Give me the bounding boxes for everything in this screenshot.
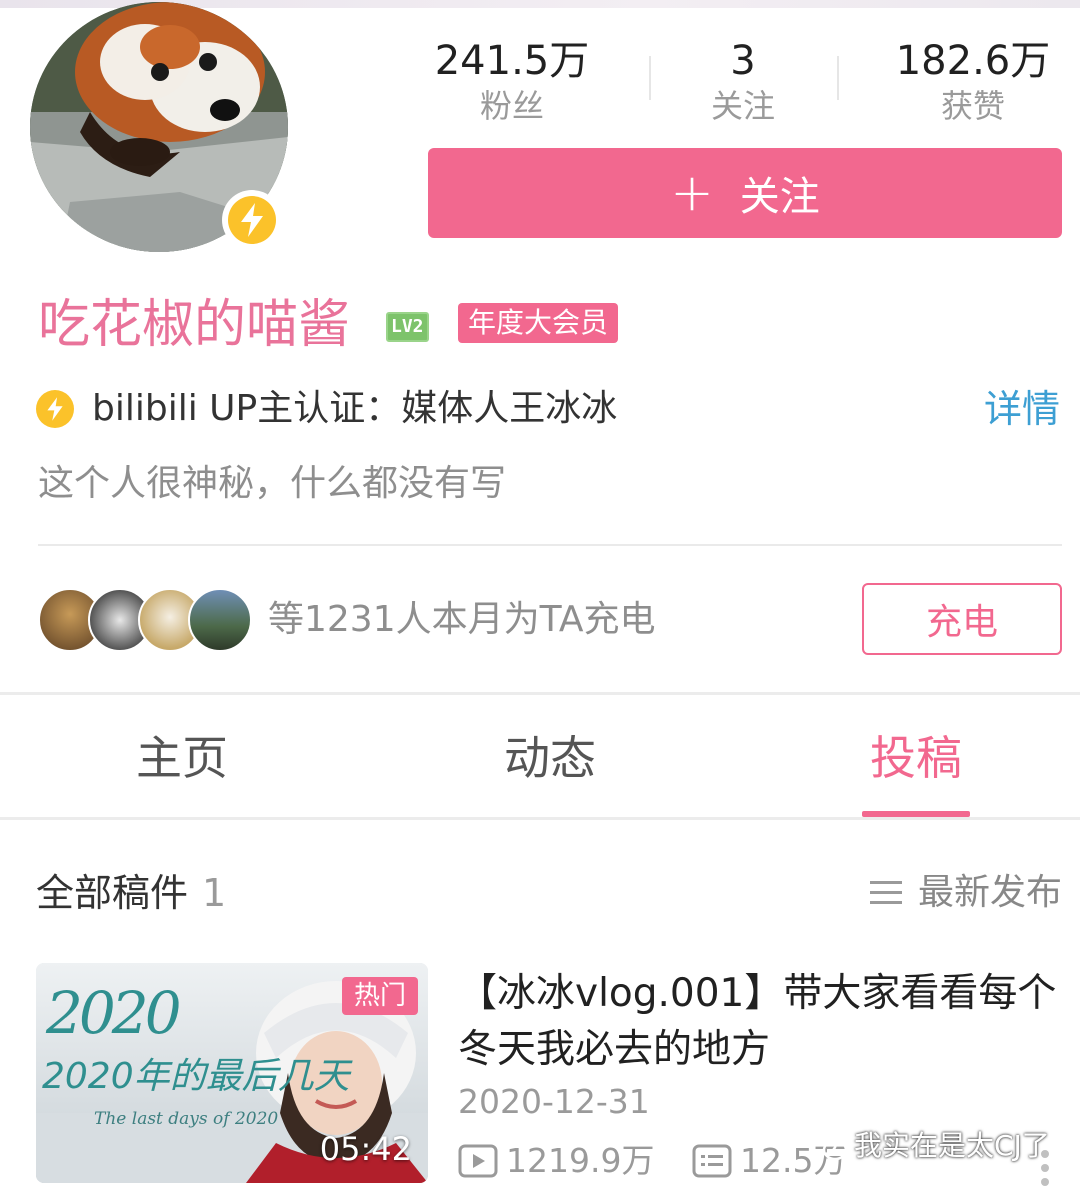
stat-likes-value: 182.6万 bbox=[895, 38, 1051, 84]
lightning-icon bbox=[228, 196, 276, 244]
stat-likes[interactable]: 182.6万 获赞 bbox=[863, 38, 1080, 126]
stat-following-value: 3 bbox=[730, 38, 756, 84]
hot-badge: 热门 bbox=[341, 977, 418, 1015]
divider bbox=[38, 544, 1062, 546]
stat-following-label: 关注 bbox=[710, 87, 775, 125]
level-badge: LV2 bbox=[386, 312, 429, 342]
plus-icon: + bbox=[670, 163, 714, 223]
tab-home[interactable]: 主页 bbox=[62, 722, 302, 794]
stat-divider bbox=[837, 56, 839, 100]
watermark: 我实在是太CJ了 bbox=[808, 1126, 1050, 1166]
sort-dropdown[interactable]: 最新发布 bbox=[869, 866, 1062, 920]
charge-button[interactable]: 充电 bbox=[862, 583, 1062, 655]
tabs-divider bbox=[0, 817, 1080, 820]
danmaku-icon bbox=[692, 1144, 732, 1178]
video-title[interactable]: 【冰冰vlog.001】带大家看看每个冬天我必去的地方 bbox=[458, 966, 1058, 1078]
vip-badge[interactable]: 年度大会员 bbox=[458, 303, 619, 343]
charge-count-text: 等1231人本月为TA充电 bbox=[268, 599, 656, 640]
posts-title: 全部稿件 bbox=[36, 871, 189, 915]
verified-badge bbox=[222, 190, 282, 250]
tab-dynamic[interactable]: 动态 bbox=[430, 722, 670, 794]
video-date: 2020-12-31 bbox=[458, 1082, 650, 1121]
stat-fans[interactable]: 241.5万 粉丝 bbox=[402, 38, 622, 126]
posts-count: 1 bbox=[202, 871, 227, 915]
bio-text: 这个人很神秘，什么都没有写 bbox=[38, 463, 507, 504]
charger-avatar bbox=[188, 588, 252, 652]
video-thumbnail[interactable]: 2020 2020年的最后几天 The last days of 2020 热门… bbox=[36, 963, 428, 1183]
sort-menu-icon bbox=[869, 881, 902, 904]
thumbnail-subcaption: The last days of 2020 bbox=[94, 1109, 279, 1129]
video-plays-value: 1219.9万 bbox=[506, 1141, 655, 1180]
stat-following[interactable]: 3 关注 bbox=[633, 38, 853, 126]
section-divider bbox=[0, 692, 1080, 695]
stat-likes-label: 获赞 bbox=[940, 87, 1005, 125]
tab-posts[interactable]: 投稿 bbox=[796, 722, 1036, 794]
video-duration: 05:42 bbox=[319, 1130, 412, 1168]
stat-fans-label: 粉丝 bbox=[479, 87, 544, 125]
more-options-icon[interactable] bbox=[1038, 1150, 1052, 1200]
play-count-icon bbox=[458, 1144, 498, 1178]
sort-label: 最新发布 bbox=[917, 872, 1062, 913]
thumbnail-caption: 2020年的最后几天 bbox=[42, 1056, 350, 1097]
wechat-icon bbox=[808, 1130, 848, 1161]
charger-avatars[interactable] bbox=[38, 588, 252, 652]
details-link[interactable]: 详情 bbox=[984, 382, 1060, 436]
posts-header: 全部稿件 1 bbox=[36, 866, 226, 920]
video-plays: 1219.9万 bbox=[458, 1138, 654, 1184]
thumbnail-year-text: 2020 bbox=[46, 979, 182, 1047]
stat-fans-value: 241.5万 bbox=[434, 38, 590, 84]
lightning-icon bbox=[36, 390, 74, 428]
watermark-text: 我实在是太CJ了 bbox=[854, 1129, 1050, 1162]
follow-button-label: 关注 bbox=[739, 174, 820, 220]
username: 吃花椒的喵酱 bbox=[38, 295, 351, 355]
follow-button[interactable]: + 关注 bbox=[428, 148, 1062, 238]
certification-text: bilibili UP主认证：媒体人王冰冰 bbox=[92, 388, 618, 429]
